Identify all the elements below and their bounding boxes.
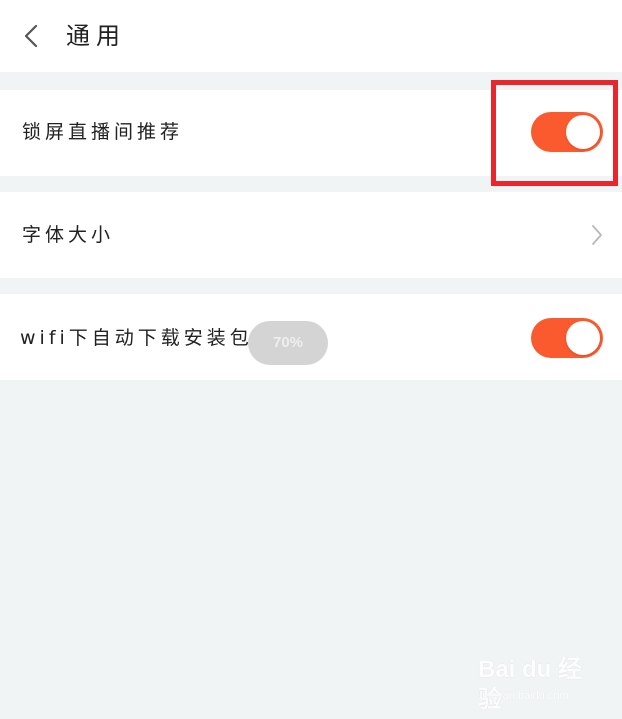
watermark-brand: Bai du 经验 [478, 656, 583, 713]
page-title: 通用 [66, 22, 126, 50]
setting-label-wifi-autodownload: wifi下自动下载安装包 [20, 327, 253, 349]
setting-row-font-size[interactable]: 字体大小 [0, 192, 622, 278]
chevron-right-icon [592, 225, 602, 245]
setting-row-lockscreen-live: 锁屏直播间推荐 [0, 90, 622, 176]
setting-label-lockscreen-live: 锁屏直播间推荐 [22, 121, 184, 143]
wifi-autodownload-toggle[interactable] [531, 318, 603, 358]
toggle-knob [566, 321, 600, 355]
lockscreen-live-toggle[interactable] [531, 112, 603, 152]
progress-badge: 70% [248, 321, 328, 365]
toggle-knob [566, 115, 600, 149]
setting-row-wifi-autodownload: wifi下自动下载安装包 70% [0, 294, 622, 380]
setting-label-font-size: 字体大小 [22, 224, 115, 246]
watermark-url: jingyan.baidu.com [480, 690, 569, 702]
top-bar: 通用 [0, 0, 622, 72]
chevron-left-icon[interactable] [16, 20, 48, 52]
baidu-jingyan-watermark: Bai du 经验 jingyan.baidu.com [478, 655, 598, 713]
